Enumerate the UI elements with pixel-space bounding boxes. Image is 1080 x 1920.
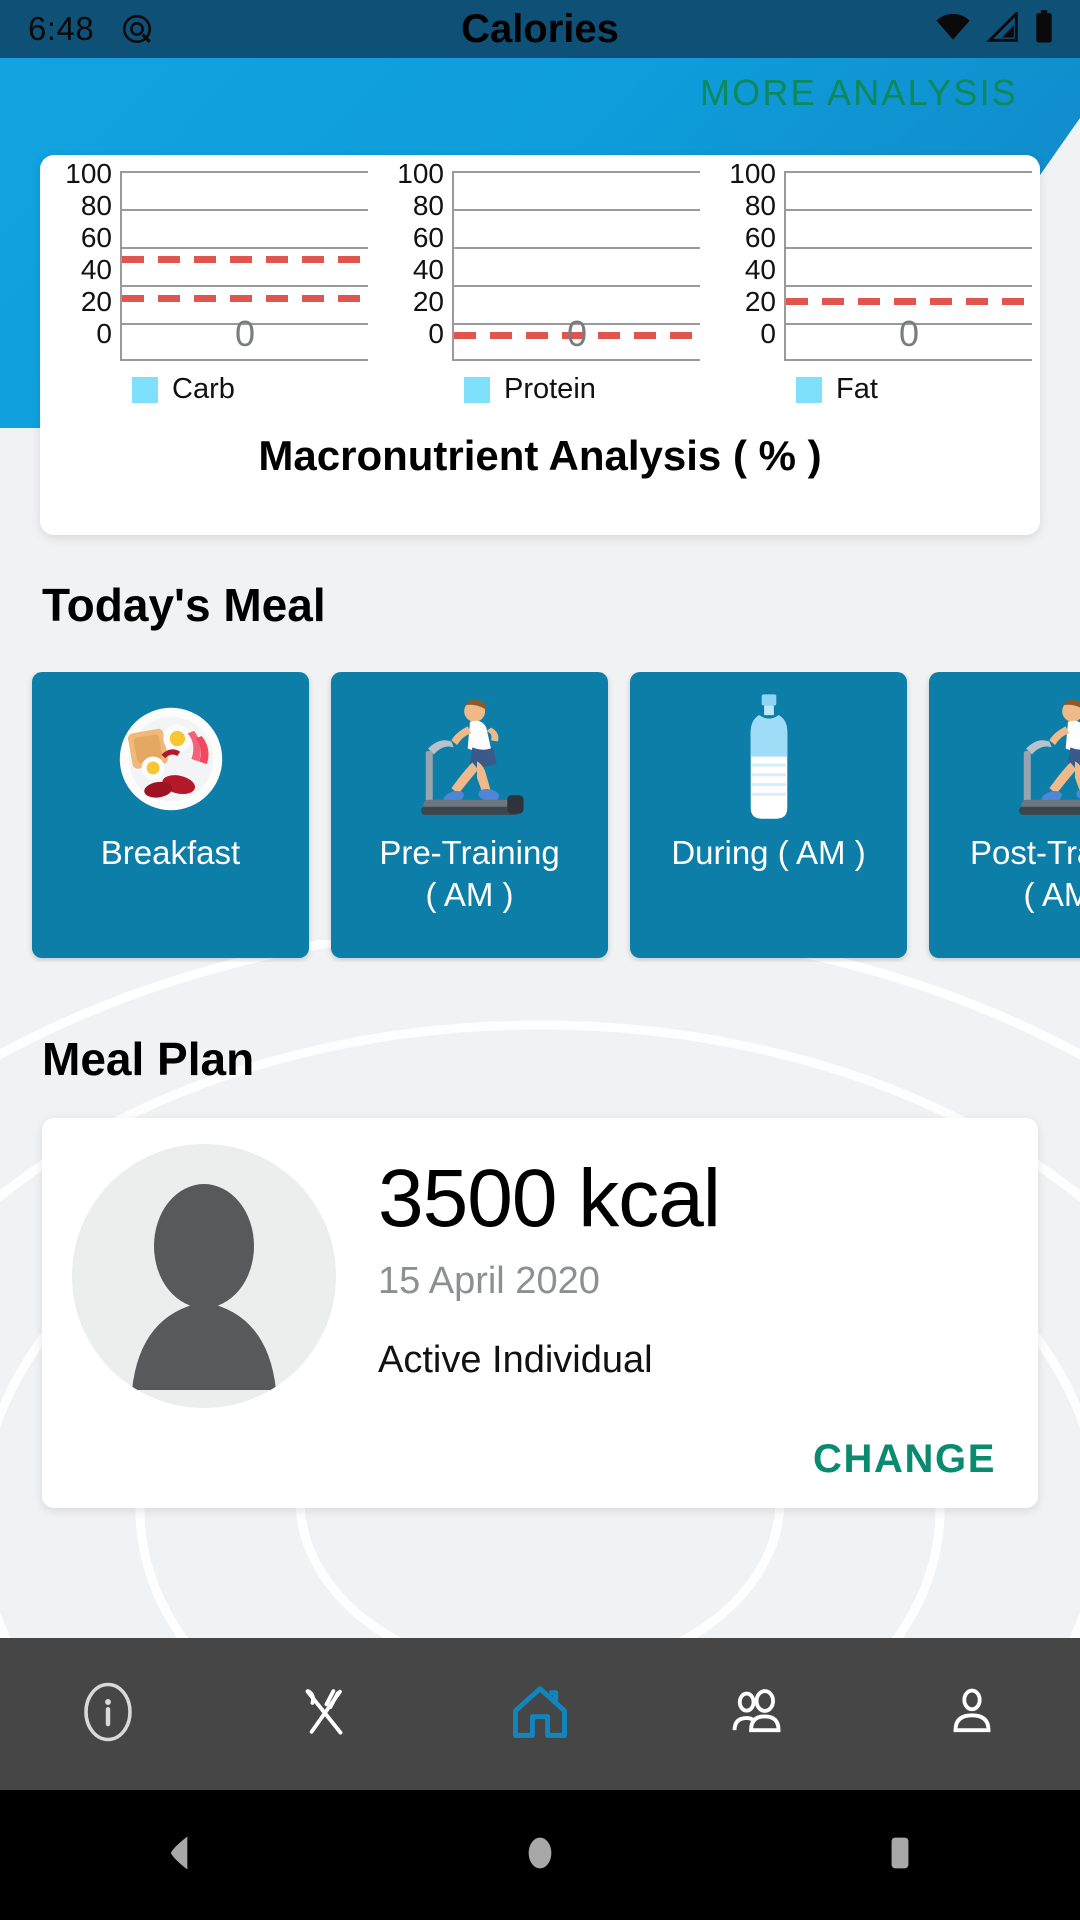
app-screen: MORE ANALYSIS 6:48 Calories 100 80 60 40… bbox=[0, 0, 1080, 1920]
y-tick: 0 bbox=[428, 318, 444, 349]
plan-date: 15 April 2020 bbox=[378, 1260, 600, 1302]
y-tick: 100 bbox=[65, 158, 112, 189]
y-tick: 20 bbox=[744, 286, 776, 317]
chart-fat-value: 0 bbox=[898, 313, 920, 354]
y-tick: 40 bbox=[744, 254, 776, 285]
legend-label: Protein bbox=[504, 373, 596, 405]
bottom-navigation-bar bbox=[0, 1638, 1080, 1790]
system-recents-button[interactable] bbox=[720, 1831, 1080, 1880]
status-bar-icons bbox=[934, 9, 1054, 49]
avatar bbox=[72, 1144, 336, 1408]
y-tick: 60 bbox=[744, 222, 776, 253]
battery-icon bbox=[1034, 9, 1054, 49]
change-button[interactable]: CHANGE bbox=[813, 1437, 996, 1482]
meal-plan-card: 3500 kcal 15 April 2020 Active Individua… bbox=[42, 1118, 1038, 1508]
macronutrient-chart-card: 100 80 60 40 20 0 0 Carb 100 80 60 40 20… bbox=[40, 155, 1040, 535]
y-tick: 60 bbox=[80, 222, 112, 253]
home-circle-icon bbox=[518, 1831, 562, 1880]
meal-card-label: During ( AM ) bbox=[671, 834, 866, 871]
home-icon bbox=[505, 1677, 575, 1752]
meal-card-label: Post-Training ( AM ) bbox=[964, 832, 1080, 916]
meal-card-label: Pre-Training ( AM ) bbox=[373, 832, 565, 916]
chart-carb-plot: 0 bbox=[120, 171, 368, 361]
meal-card-post-training[interactable]: Post-Training ( AM ) bbox=[929, 672, 1080, 958]
calorie-value: 3500 kcal bbox=[378, 1153, 721, 1244]
back-icon bbox=[158, 1831, 202, 1880]
reference-line bbox=[122, 295, 368, 303]
y-tick: 80 bbox=[744, 190, 776, 221]
page-title: Calories bbox=[461, 6, 619, 51]
person-icon bbox=[939, 1679, 1005, 1750]
chart-fat: 100 80 60 40 20 0 0 Fat bbox=[712, 158, 1032, 406]
chart-carb-value: 0 bbox=[234, 313, 256, 354]
charts-row: 100 80 60 40 20 0 0 Carb 100 80 60 40 20… bbox=[40, 158, 1040, 406]
legend-swatch bbox=[132, 376, 158, 403]
chart-carb: 100 80 60 40 20 0 0 Carb bbox=[48, 158, 368, 406]
nav-item-meals[interactable] bbox=[216, 1679, 432, 1750]
nav-item-group[interactable] bbox=[648, 1679, 864, 1750]
y-tick: 40 bbox=[412, 254, 444, 285]
chart-carb-legend: Carb bbox=[48, 373, 368, 406]
y-tick: 60 bbox=[412, 222, 444, 253]
reference-line bbox=[122, 256, 368, 264]
status-bar: 6:48 Calories bbox=[0, 0, 1080, 58]
chart-protein-plot: 0 bbox=[452, 171, 700, 361]
camera-privacy-icon bbox=[120, 12, 154, 46]
meal-card-during-am[interactable]: During ( AM ) bbox=[630, 672, 907, 958]
chart-protein-y-axis: 100 80 60 40 20 0 bbox=[380, 158, 452, 349]
legend-label: Carb bbox=[172, 373, 235, 405]
meal-card-pre-training[interactable]: Pre-Training ( AM ) bbox=[331, 672, 608, 958]
y-tick: 80 bbox=[412, 190, 444, 221]
meal-card-label: Breakfast bbox=[100, 834, 241, 871]
treadmill-runner-icon bbox=[400, 672, 540, 832]
legend-swatch bbox=[464, 376, 490, 403]
cutlery-icon bbox=[291, 1679, 357, 1750]
wifi-icon bbox=[934, 12, 972, 47]
meal-card-breakfast[interactable]: Breakfast bbox=[32, 672, 309, 958]
y-tick: 100 bbox=[397, 158, 444, 189]
meal-card-label-line1: Post-Training bbox=[969, 834, 1080, 871]
activity-level: Active Individual bbox=[378, 1339, 653, 1381]
y-tick: 20 bbox=[412, 286, 444, 317]
chart-card-title: Macronutrient Analysis ( % ) bbox=[258, 432, 822, 479]
meal-card-label-line2: ( AM ) bbox=[425, 876, 514, 914]
more-analysis-button[interactable]: MORE ANALYSIS bbox=[700, 72, 1018, 114]
recents-icon bbox=[878, 1831, 922, 1880]
chart-protein-legend: Protein bbox=[380, 373, 700, 406]
todays-meal-carousel[interactable]: Breakfast Pre-Training (AM) During (A… bbox=[0, 672, 1080, 962]
chart-fat-plot: 0 bbox=[784, 171, 1032, 361]
group-icon bbox=[723, 1679, 789, 1750]
y-tick: 0 bbox=[96, 318, 112, 349]
chart-protein: 100 80 60 40 20 0 0 Protein bbox=[380, 158, 700, 406]
system-navigation-bar bbox=[0, 1790, 1080, 1920]
y-tick: 20 bbox=[80, 286, 112, 317]
section-title-meal-plan: Meal Plan bbox=[42, 1033, 255, 1085]
breakfast-plate-icon bbox=[107, 672, 235, 832]
meal-card-label-line2: ( AM ) bbox=[1023, 876, 1080, 914]
nav-item-info[interactable] bbox=[0, 1679, 216, 1750]
chart-fat-legend: Fat bbox=[712, 373, 1032, 406]
y-tick: 0 bbox=[760, 318, 776, 349]
meal-card-label-line1: Pre-Training bbox=[379, 834, 560, 871]
y-tick: 80 bbox=[80, 190, 112, 221]
reference-line bbox=[786, 297, 1032, 305]
section-title-todays-meal: Today's Meal bbox=[42, 579, 326, 631]
info-icon bbox=[75, 1679, 141, 1750]
signal-icon bbox=[986, 9, 1020, 47]
system-back-button[interactable] bbox=[0, 1831, 360, 1880]
chart-protein-value: 0 bbox=[566, 313, 588, 354]
chart-fat-y-axis: 100 80 60 40 20 0 bbox=[712, 158, 784, 349]
y-tick: 40 bbox=[80, 254, 112, 285]
treadmill-runner-icon bbox=[998, 672, 1080, 832]
meal-plan-info: 3500 kcal 15 April 2020 Active Individua… bbox=[336, 1144, 721, 1408]
status-bar-time: 6:48 bbox=[28, 10, 95, 47]
nav-item-home[interactable] bbox=[432, 1677, 648, 1752]
system-home-button[interactable] bbox=[360, 1831, 720, 1880]
water-bottle-icon bbox=[719, 672, 819, 832]
y-tick: 100 bbox=[729, 158, 776, 189]
nav-item-profile[interactable] bbox=[864, 1679, 1080, 1750]
legend-swatch bbox=[796, 376, 822, 403]
legend-label: Fat bbox=[836, 373, 878, 405]
chart-carb-y-axis: 100 80 60 40 20 0 bbox=[48, 158, 120, 349]
